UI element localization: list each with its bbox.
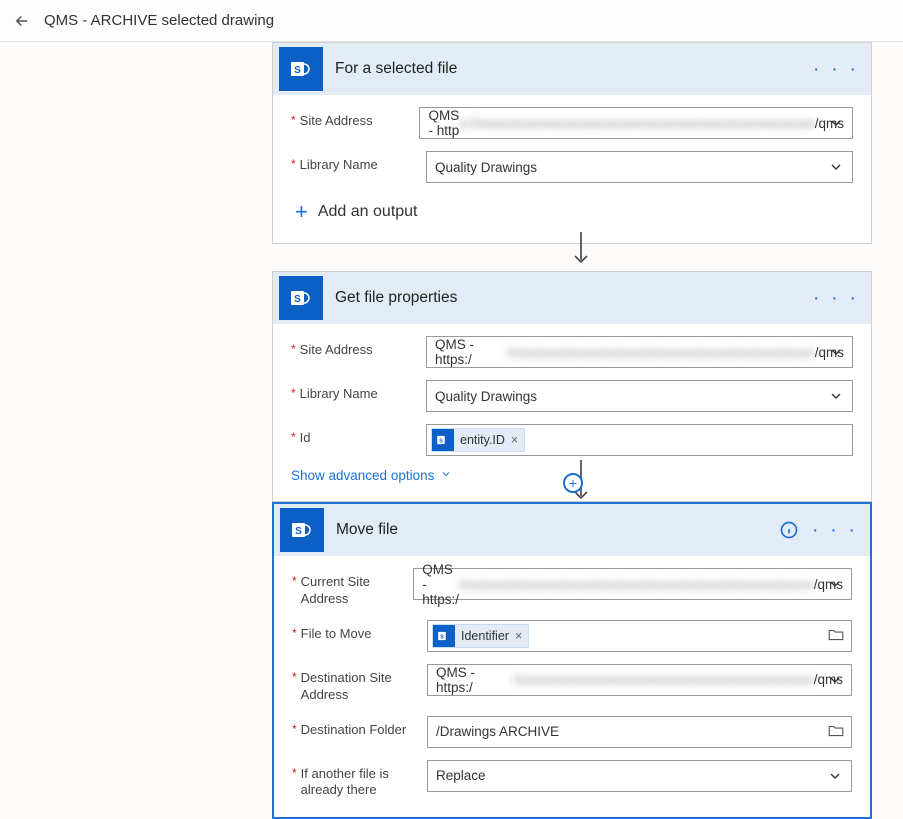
dest-folder-input[interactable]: /Drawings ARCHIVE <box>427 716 852 748</box>
move-file-card: S Move file · · · *Current Site Address … <box>272 502 872 819</box>
top-bar: QMS - ARCHIVE selected drawing <box>0 0 903 42</box>
chevron-down-icon <box>440 468 452 483</box>
svg-text:S: S <box>294 65 301 76</box>
site-address-label: Site Address <box>300 342 373 359</box>
sharepoint-icon: S <box>432 429 454 451</box>
sharepoint-icon: S <box>280 508 324 552</box>
card-more-icon[interactable]: · · · <box>810 519 860 542</box>
folder-picker-icon[interactable] <box>827 722 845 745</box>
current-site-label: Current Site Address <box>301 574 414 608</box>
card-title: For a selected file <box>335 60 811 78</box>
sharepoint-icon: S <box>433 625 455 647</box>
site-address-select[interactable]: QMS - https://xxxxxxxxxxxxxxxxxxxxxxxxxx… <box>426 336 853 368</box>
library-name-label: Library Name <box>300 157 378 174</box>
id-input[interactable]: S entity.ID × <box>426 424 853 456</box>
svg-text:S: S <box>295 526 302 537</box>
card-header[interactable]: S Get file properties · · · <box>273 272 871 324</box>
add-action-button[interactable]: + <box>563 473 583 493</box>
token-remove-icon[interactable]: × <box>515 629 522 643</box>
card-title: Move file <box>336 521 776 539</box>
dynamic-token[interactable]: S Identifier × <box>432 624 529 648</box>
chevron-down-icon <box>828 344 844 360</box>
dest-site-label: Destination Site Address <box>301 670 427 704</box>
flow-arrow-icon <box>572 232 590 271</box>
chevron-down-icon <box>827 768 843 784</box>
site-address-select[interactable]: QMS - https://xxxxxxxxxxxxxxxxxxxxxxxxxx… <box>419 107 853 139</box>
site-address-label: Site Address <box>300 113 373 130</box>
page-title: QMS - ARCHIVE selected drawing <box>44 12 274 29</box>
library-name-select[interactable]: Quality Drawings <box>426 151 853 183</box>
add-output-button[interactable]: + Add an output <box>295 199 853 225</box>
library-name-select[interactable]: Quality Drawings <box>426 380 853 412</box>
folder-picker-icon[interactable] <box>827 626 845 649</box>
file-to-move-input[interactable]: S Identifier × <box>427 620 852 652</box>
overwrite-select[interactable]: Replace <box>427 760 852 792</box>
card-title: Get file properties <box>335 289 811 307</box>
card-more-icon[interactable]: · · · <box>811 287 861 310</box>
file-to-move-label: File to Move <box>301 626 372 643</box>
back-button[interactable] <box>10 9 34 33</box>
library-name-label: Library Name <box>300 386 378 403</box>
chevron-down-icon <box>827 576 843 592</box>
card-header[interactable]: S Move file · · · <box>274 504 870 556</box>
id-label: Id <box>300 430 311 447</box>
svg-text:S: S <box>440 634 444 640</box>
dest-folder-label: Destination Folder <box>301 722 407 739</box>
svg-text:S: S <box>439 438 443 444</box>
card-more-icon[interactable]: · · · <box>811 58 861 81</box>
dynamic-token[interactable]: S entity.ID × <box>431 428 525 452</box>
info-icon[interactable] <box>776 517 802 543</box>
chevron-down-icon <box>828 388 844 404</box>
trigger-card: S For a selected file · · · *Site Addres… <box>272 42 872 244</box>
card-header[interactable]: S For a selected file · · · <box>273 43 871 95</box>
chevron-down-icon <box>827 672 843 688</box>
sharepoint-icon: S <box>279 47 323 91</box>
overwrite-label: If another file is already there <box>301 766 427 800</box>
dest-site-select[interactable]: QMS - https://xxxxxxxxxxxxxxxxxxxxxxxxxx… <box>427 664 852 696</box>
svg-text:S: S <box>294 294 301 305</box>
chevron-down-icon <box>828 115 844 131</box>
token-remove-icon[interactable]: × <box>511 433 518 447</box>
chevron-down-icon <box>828 159 844 175</box>
current-site-select[interactable]: QMS - https://xxxxxxxxxxxxxxxxxxxxxxxxxx… <box>413 568 852 600</box>
plus-icon: + <box>295 199 308 225</box>
sharepoint-icon: S <box>279 276 323 320</box>
